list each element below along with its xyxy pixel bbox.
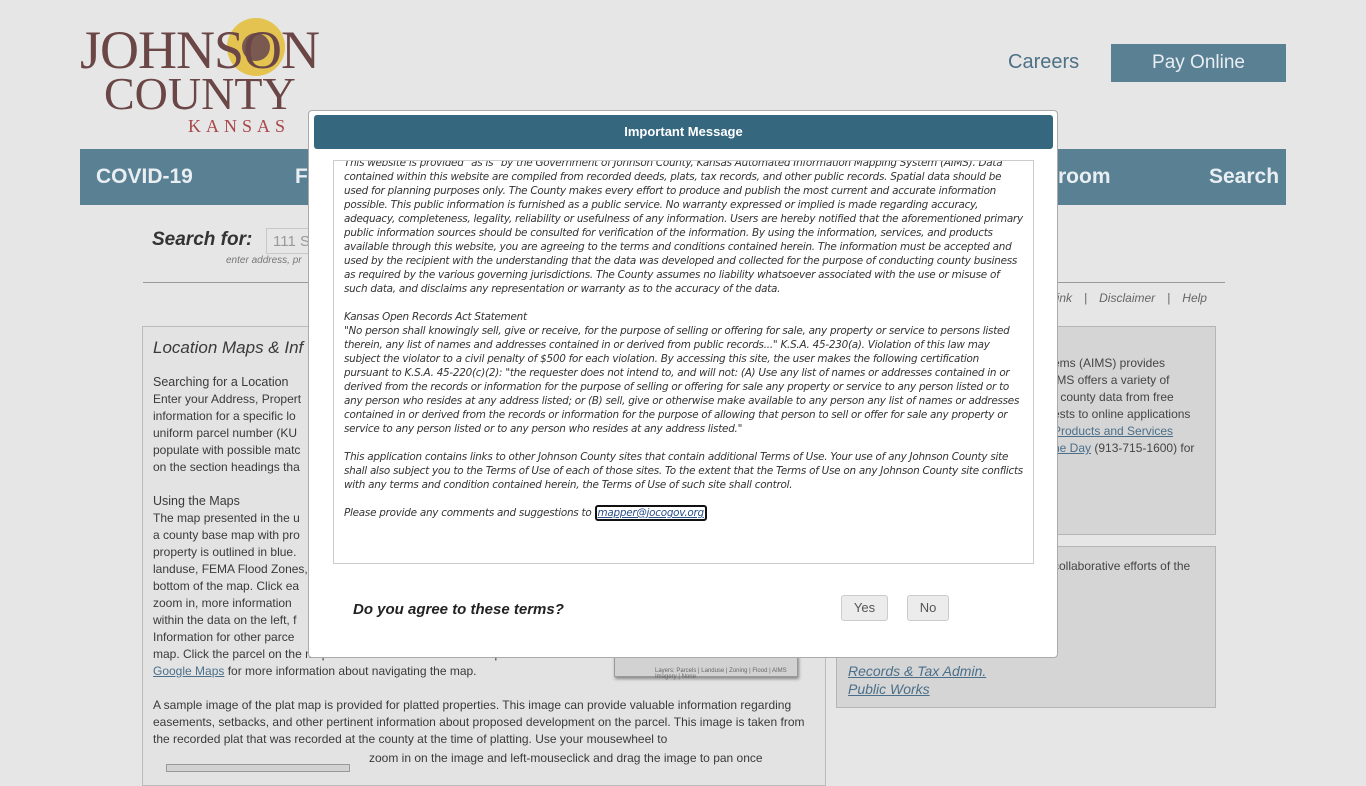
help-link[interactable]: Help <box>1182 291 1207 305</box>
text-line: Enter your Address, Propert <box>153 392 302 406</box>
text-line: The map presented in the u <box>153 511 300 525</box>
google-maps-link[interactable]: Google Maps <box>153 664 224 678</box>
text-line: a county base map with pro <box>153 528 300 542</box>
nav-item-newsroom[interactable]: room <box>1058 165 1111 189</box>
text-line: r county data from free <box>1053 390 1174 404</box>
text-line: collaborative efforts of the <box>1053 559 1191 573</box>
no-button[interactable]: No <box>907 595 949 621</box>
agree-question: Do you agree to these terms? <box>353 601 564 618</box>
dialog-title: Important Message <box>314 115 1053 149</box>
plat-sample-image <box>166 764 350 772</box>
terms-paragraph: This application contains links to other… <box>344 451 1023 491</box>
text-line: Information for other parce <box>153 630 295 644</box>
text-line: information for a specific lo <box>153 409 296 423</box>
public-works-link[interactable]: Public Works <box>848 681 930 697</box>
kora-paragraph: "No person shall knowingly sell, give or… <box>344 325 1020 435</box>
terms-text-scroll[interactable]: This website is provided "as is" by the … <box>333 160 1034 564</box>
disclaimer-paragraph: This website is provided "as is" by the … <box>344 160 1023 295</box>
text-line: ems (AIMS) provides <box>1053 356 1166 370</box>
text-line: populate with possible matc <box>153 443 301 457</box>
text-line: within the data on the left, f <box>153 613 297 627</box>
search-hint: enter address, pr <box>226 255 302 266</box>
text-line: uniform parcel number (KU <box>153 426 298 440</box>
phone-text: (913-715-1600) for <box>1091 441 1195 455</box>
important-message-dialog: Important Message This website is provid… <box>308 110 1058 658</box>
text-line: zoom in, more information <box>153 596 292 610</box>
records-tax-link[interactable]: Records & Tax Admin. <box>848 663 986 679</box>
disclaimer-link[interactable]: Disclaimer <box>1099 291 1155 305</box>
logo-text: JOHNSON <box>80 20 320 80</box>
map-sample-image: Layers: Parcels | Landuse | Zoning | Flo… <box>614 655 798 680</box>
text-line: property is outlined in blue. <box>153 545 297 559</box>
yes-button[interactable]: Yes <box>841 595 888 621</box>
utility-links: Link | Disclaimer | Help <box>1050 291 1207 305</box>
plat-map-text: A sample image of the plat map is provid… <box>153 698 805 746</box>
text-line: landuse, FEMA Flood Zones, <box>153 562 308 576</box>
nav-item-covid[interactable]: COVID-19 <box>96 165 193 189</box>
nav-item-search[interactable]: Search <box>1209 165 1279 189</box>
logo-text: KANSAS <box>188 116 291 136</box>
text-line: on the section headings tha <box>153 460 300 474</box>
pay-online-button[interactable]: Pay Online <box>1111 44 1286 82</box>
logo-text: COUNTY <box>104 68 296 119</box>
johnson-county-logo[interactable]: JOHNSON COUNTY KANSAS <box>80 16 320 136</box>
email-link[interactable]: mapper@jocogov.org <box>594 505 707 521</box>
text-line: bottom of the map. Click ea <box>153 579 300 593</box>
day-link[interactable]: he Day <box>1053 441 1091 455</box>
comments-text: Please provide any comments and suggesti… <box>344 507 595 519</box>
text-line: IMS offers a variety of <box>1053 373 1170 387</box>
search-label: Search for: <box>152 229 253 250</box>
products-services-link[interactable]: Products and Services <box>1053 424 1173 438</box>
plat-map-text-cont: zoom in on the image and left-mouseclick… <box>369 751 763 765</box>
text-line: for more information about navigating th… <box>224 664 477 678</box>
text-line: ests to online applications <box>1053 407 1191 421</box>
kora-heading: Kansas Open Records Act Statement <box>344 311 527 323</box>
careers-link[interactable]: Careers <box>1008 51 1079 74</box>
